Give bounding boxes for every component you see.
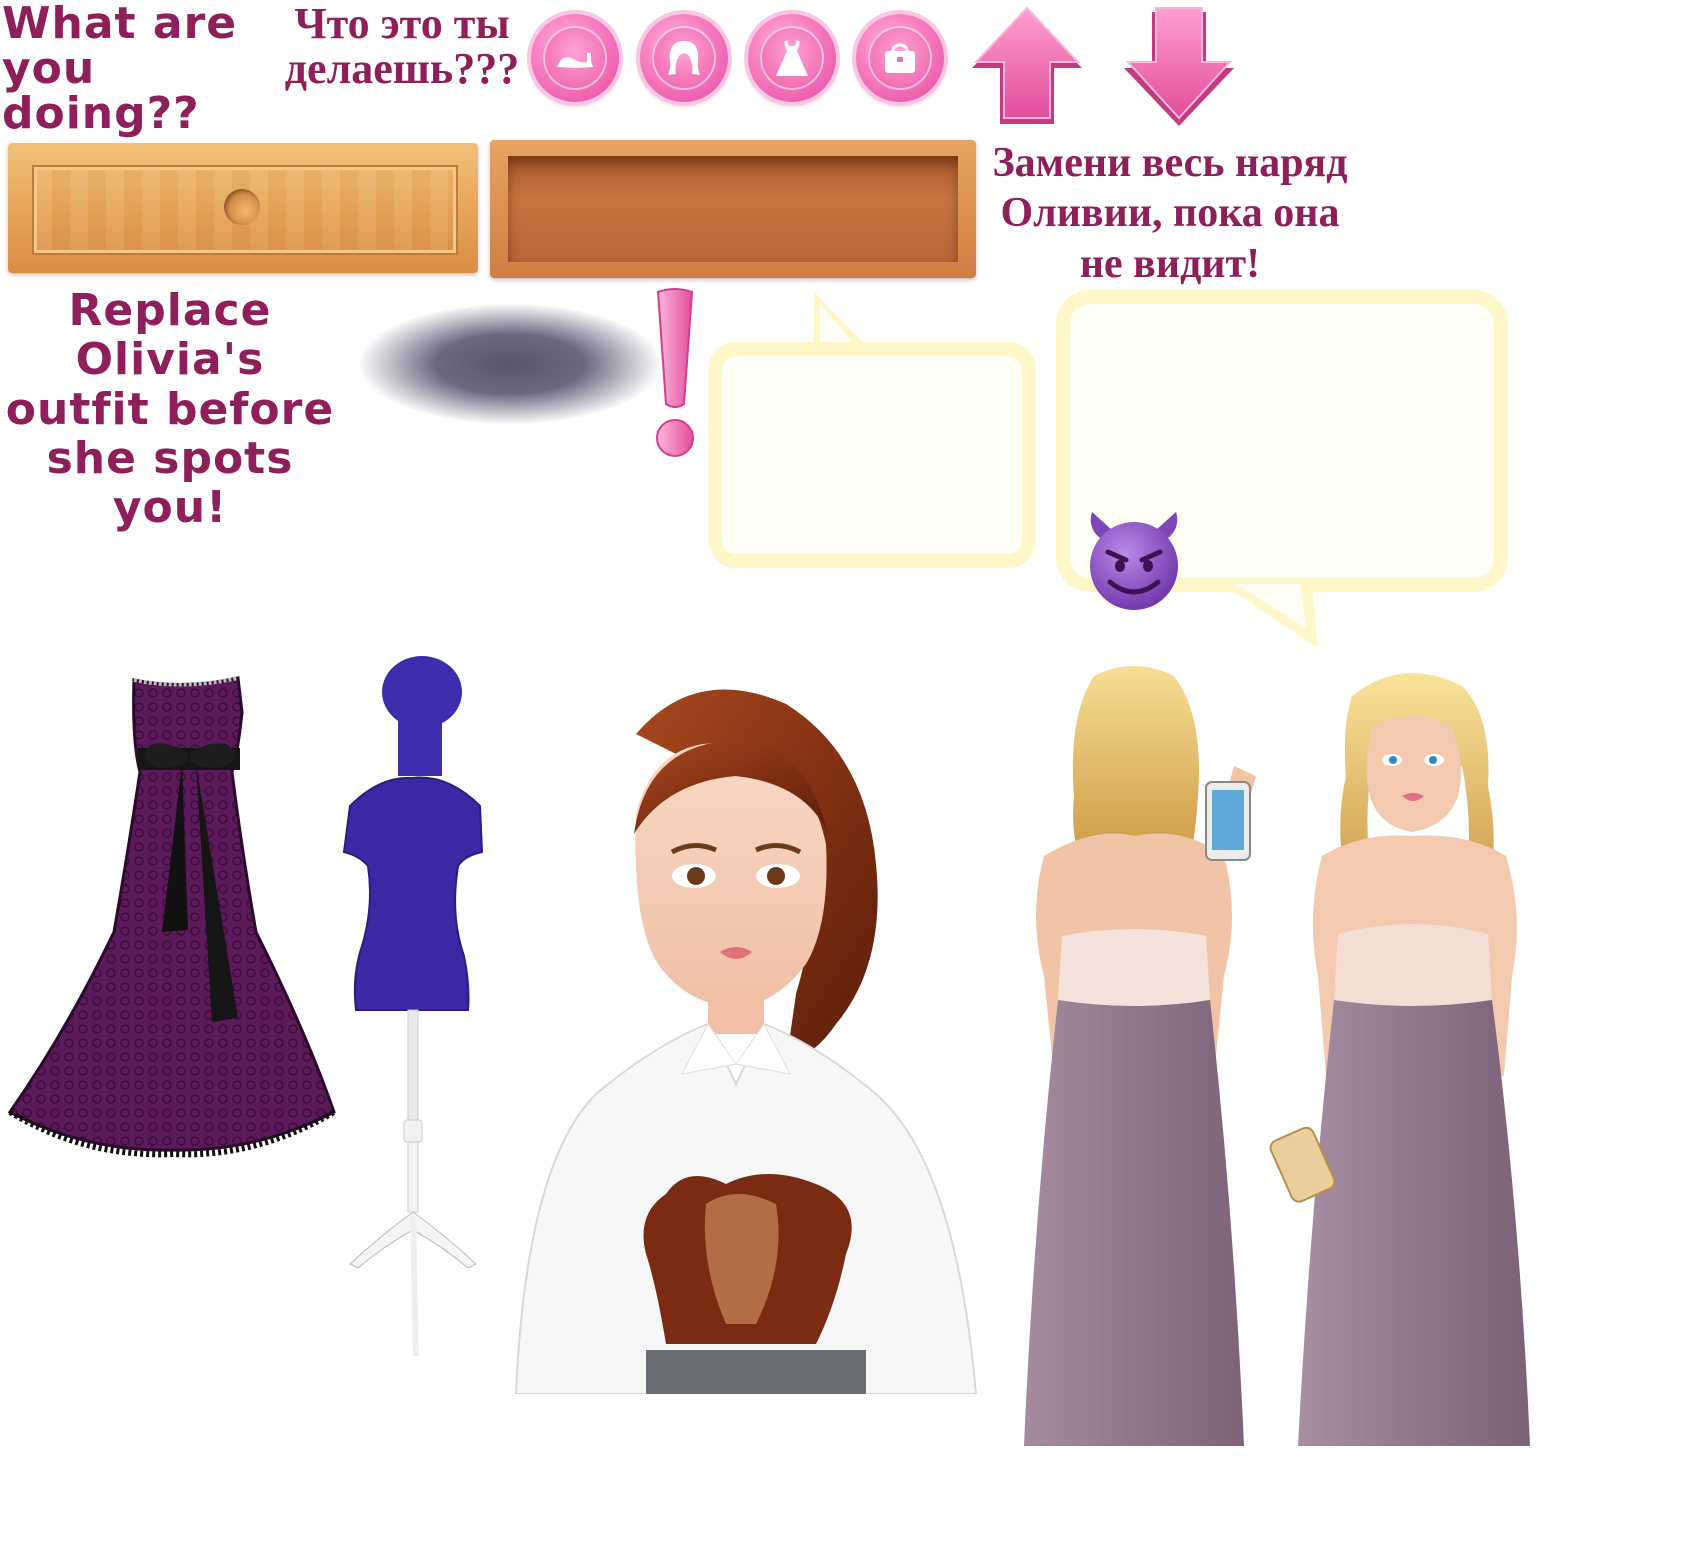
drawer-closed[interactable] xyxy=(8,143,478,273)
character-olivia-front[interactable] xyxy=(1262,656,1572,1446)
drawer-interior xyxy=(508,156,958,262)
purple-lace-gown[interactable] xyxy=(6,672,336,1158)
caption-replace-ru: Замени весь наряд Оливии, пока она не ви… xyxy=(992,140,1348,287)
devil-emoji-icon xyxy=(1078,506,1190,614)
drawer-open[interactable] xyxy=(490,140,976,278)
arrow-down-icon xyxy=(1124,7,1234,126)
hair-icon xyxy=(652,26,716,90)
category-button-dress[interactable] xyxy=(748,14,836,102)
arrow-up-button[interactable] xyxy=(968,6,1086,126)
shoe-icon xyxy=(543,26,607,90)
category-button-hair[interactable] xyxy=(640,14,728,102)
dress-icon xyxy=(760,26,824,90)
character-stained-girl[interactable] xyxy=(486,664,986,1395)
category-button-shoes[interactable] xyxy=(531,14,619,102)
caption-what-ru: Что это ты делаешь??? xyxy=(284,0,520,93)
speech-bubble-small xyxy=(708,292,1044,568)
ground-shadow xyxy=(360,304,660,424)
category-button-bag[interactable] xyxy=(856,14,944,102)
caption-replace-en: Replace Olivia's outfit before she spots… xyxy=(5,285,335,534)
arrow-down-button[interactable] xyxy=(1120,6,1238,128)
alert-exclamation-icon xyxy=(650,286,700,462)
dress-form-mannequin[interactable] xyxy=(340,656,486,1368)
caption-what-en: What are you doing?? xyxy=(2,0,238,139)
bag-icon xyxy=(868,26,932,90)
drawer-knob[interactable] xyxy=(224,189,260,225)
character-olivia-back[interactable] xyxy=(984,656,1284,1446)
arrow-up-icon xyxy=(972,6,1082,124)
